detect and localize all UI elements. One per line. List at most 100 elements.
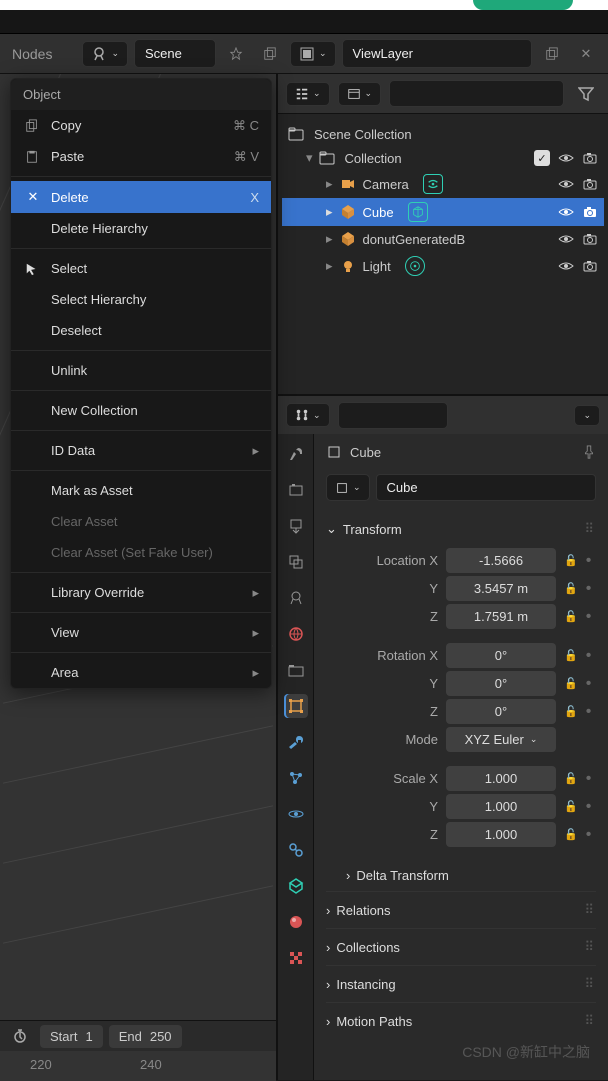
camera-render-icon[interactable] — [582, 231, 598, 247]
tab-scene-icon[interactable] — [284, 586, 308, 610]
delta-transform-header[interactable]: › Delta Transform — [326, 860, 596, 891]
pin-icon[interactable] — [582, 445, 596, 459]
scene-browse-button[interactable]: ⌄ — [82, 41, 128, 67]
lock-icon[interactable]: 🔓 — [564, 554, 578, 567]
tree-scene-collection[interactable]: Scene Collection — [282, 122, 604, 146]
scene-name-field[interactable]: Scene — [134, 39, 216, 68]
menu-select-hierarchy[interactable]: Select Hierarchy — [11, 284, 271, 315]
keyframe-dot-icon[interactable]: • — [586, 798, 592, 816]
eye-icon[interactable] — [558, 204, 574, 220]
keyframe-dot-icon[interactable]: • — [586, 580, 592, 598]
lock-icon[interactable]: 🔓 — [564, 610, 578, 623]
filter-icon[interactable] — [572, 80, 600, 108]
properties-options[interactable]: ⌄ — [574, 405, 600, 426]
menu-library-override[interactable]: Library Override▸ — [11, 577, 271, 608]
menu-unlink[interactable]: Unlink — [11, 355, 271, 386]
gp-badge-icon[interactable] — [408, 202, 428, 222]
grip-icon[interactable]: ⠿ — [584, 1013, 596, 1029]
lock-icon[interactable]: 🔓 — [564, 705, 578, 718]
menu-new-collection[interactable]: New Collection — [11, 395, 271, 426]
menu-view[interactable]: View▸ — [11, 617, 271, 648]
object-name-field[interactable] — [376, 474, 596, 501]
motion-paths-section[interactable]: ›Motion Paths⠿ — [326, 1002, 596, 1039]
properties-editor-type[interactable]: ⌄ — [286, 403, 330, 427]
menu-clear-asset[interactable]: Clear Asset — [11, 506, 271, 537]
rotation-x-field[interactable]: 0° — [446, 643, 556, 668]
properties-search-input[interactable] — [338, 402, 448, 429]
tab-modifier-icon[interactable] — [284, 730, 308, 754]
location-y-field[interactable]: 3.5457 m — [446, 576, 556, 601]
tab-viewlayer-icon[interactable] — [284, 550, 308, 574]
tree-item-donut[interactable]: ▸ donutGeneratedB — [282, 226, 604, 252]
collection-checkbox[interactable]: ✓ — [534, 150, 550, 166]
gp-badge-icon[interactable] — [405, 256, 425, 276]
grip-icon[interactable]: ⠿ — [584, 939, 596, 955]
new-viewlayer-icon[interactable] — [538, 40, 566, 68]
menu-paste[interactable]: Paste⌘ V — [11, 141, 271, 172]
keyframe-dot-icon[interactable]: • — [586, 608, 592, 626]
disclosure-icon[interactable]: ▸ — [326, 231, 333, 247]
lock-icon[interactable]: 🔓 — [564, 677, 578, 690]
location-z-field[interactable]: 1.7591 m — [446, 604, 556, 629]
scale-y-field[interactable]: 1.000 — [446, 794, 556, 819]
gp-badge-icon[interactable] — [423, 174, 443, 194]
disclosure-icon[interactable]: ▾ — [306, 150, 313, 166]
rotation-mode-dropdown[interactable]: XYZ Euler⌄ — [446, 727, 556, 752]
tab-constraints-icon[interactable] — [284, 838, 308, 862]
menu-id-data[interactable]: ID Data▸ — [11, 435, 271, 466]
collections-section[interactable]: ›Collections⠿ — [326, 928, 596, 965]
disclosure-icon[interactable]: ▸ — [326, 176, 333, 192]
menu-deselect[interactable]: Deselect — [11, 315, 271, 346]
grip-icon[interactable]: ⠿ — [584, 976, 596, 992]
tab-render-icon[interactable] — [284, 478, 308, 502]
eye-icon[interactable] — [558, 176, 574, 192]
camera-render-icon[interactable] — [582, 176, 598, 192]
lock-icon[interactable]: 🔓 — [564, 772, 578, 785]
grip-icon[interactable]: ⠿ — [584, 521, 596, 537]
tree-item-camera[interactable]: ▸ Camera — [282, 170, 604, 198]
menu-area[interactable]: Area▸ — [11, 657, 271, 688]
end-frame-field[interactable]: End 250 — [109, 1025, 182, 1048]
camera-render-icon[interactable] — [582, 258, 598, 274]
menu-delete-hierarchy[interactable]: Delete Hierarchy — [11, 213, 271, 244]
keyframe-dot-icon[interactable]: • — [586, 675, 592, 693]
outliner-search-input[interactable] — [389, 80, 564, 107]
viewlayer-name-field[interactable]: ViewLayer — [342, 39, 532, 68]
tab-collection-icon[interactable] — [284, 658, 308, 682]
keyframe-dot-icon[interactable]: • — [586, 703, 592, 721]
lock-icon[interactable]: 🔓 — [564, 828, 578, 841]
pin-icon[interactable] — [222, 40, 250, 68]
menu-clear-asset-fake[interactable]: Clear Asset (Set Fake User) — [11, 537, 271, 568]
menu-select[interactable]: Select — [11, 253, 271, 284]
timeline-ruler[interactable]: 220 240 — [0, 1051, 276, 1081]
outliner-display-mode[interactable]: ⌄ — [286, 82, 330, 106]
camera-render-icon[interactable] — [582, 150, 598, 166]
tree-collection[interactable]: ▾ Collection ✓ — [282, 146, 604, 170]
keyframe-dot-icon[interactable]: • — [586, 826, 592, 844]
eye-icon[interactable] — [558, 258, 574, 274]
lock-icon[interactable]: 🔓 — [564, 800, 578, 813]
keyframe-dot-icon[interactable]: • — [586, 770, 592, 788]
camera-render-icon[interactable] — [582, 204, 598, 220]
tab-physics-icon[interactable] — [284, 802, 308, 826]
lock-icon[interactable]: 🔓 — [564, 649, 578, 662]
viewlayer-browse-button[interactable]: ⌄ — [290, 41, 336, 67]
grip-icon[interactable]: ⠿ — [584, 902, 596, 918]
rotation-y-field[interactable]: 0° — [446, 671, 556, 696]
start-frame-field[interactable]: Start 1 — [40, 1025, 103, 1048]
eye-icon[interactable] — [558, 150, 574, 166]
instancing-section[interactable]: ›Instancing⠿ — [326, 965, 596, 1002]
new-scene-icon[interactable] — [256, 40, 284, 68]
rotation-z-field[interactable]: 0° — [446, 699, 556, 724]
scale-z-field[interactable]: 1.000 — [446, 822, 556, 847]
tab-material-icon[interactable] — [284, 910, 308, 934]
menu-mark-asset[interactable]: Mark as Asset — [11, 475, 271, 506]
tab-texture-icon[interactable] — [284, 946, 308, 970]
tab-object-icon[interactable] — [284, 694, 308, 718]
tree-item-cube[interactable]: ▸ Cube — [282, 198, 604, 226]
object-browse-button[interactable]: ⌄ — [326, 474, 370, 501]
disclosure-icon[interactable]: ▸ — [326, 258, 333, 274]
lock-icon[interactable]: 🔓 — [564, 582, 578, 595]
tab-data-icon[interactable] — [284, 874, 308, 898]
transform-panel-header[interactable]: ⌄ Transform ⠿ — [326, 513, 596, 545]
